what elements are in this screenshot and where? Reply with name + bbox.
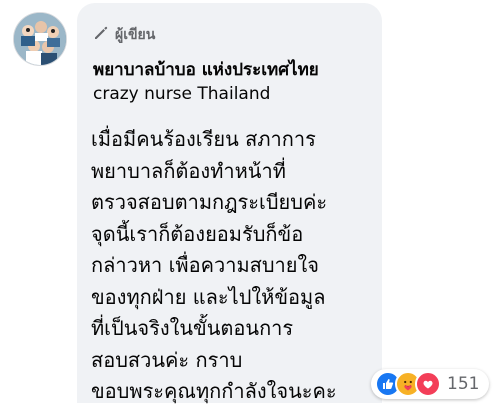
avatar[interactable] <box>13 12 67 66</box>
comment-line: ตรวจสอบตามกฎระเบียบค่ะ <box>91 190 328 214</box>
comment-line: ที่เป็นจริงในขั้นตอนการ <box>91 316 294 340</box>
author-name-english: crazy nurse Thailand <box>93 84 271 104</box>
badge-label: ผู้เขียน <box>115 27 156 43</box>
comment-line: ของทุกฝ่าย และไปให้ข้อมูล <box>91 284 326 309</box>
reactions-summary[interactable]: 151 <box>371 369 490 399</box>
comment-text: เมื่อมีคนร้องเรียน สภาการ พยาบาลก็ต้องทำ… <box>91 124 381 408</box>
author-badge: ผู้เขียน <box>93 24 155 46</box>
comment-line: สอบสวนค่ะ กราบ <box>91 347 243 372</box>
author-name-thai: พยาบาลบ้าบอ แห่งประเทศไทย <box>93 60 319 80</box>
comment-line: จุดนี้เราก็ต้องยอมรับก็ข้อ <box>91 221 304 246</box>
love-icon <box>415 371 441 397</box>
comment-line: กล่าวหา เพื่อความสบายใจ <box>91 253 319 277</box>
comment-line: พยาบาลก็ต้องทำหน้าที่ <box>91 158 286 183</box>
comment-author[interactable]: พยาบาลบ้าบอ แห่งประเทศไทย crazy nurse Th… <box>93 58 328 106</box>
comment-line: เมื่อมีคนร้องเรียน สภาการ <box>91 127 316 151</box>
reaction-count: 151 <box>447 374 480 394</box>
pencil-icon <box>93 25 109 45</box>
